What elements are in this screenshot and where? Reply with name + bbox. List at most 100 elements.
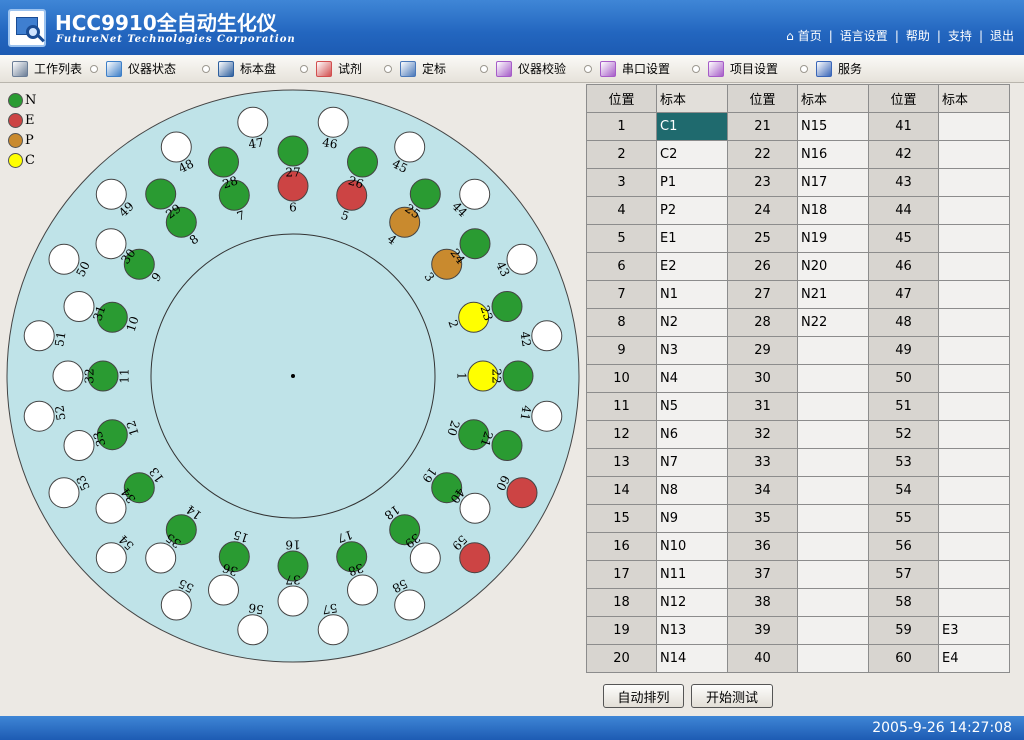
sample-cell[interactable] (938, 588, 1010, 617)
tray-position-33[interactable] (63, 430, 95, 461)
sample-cell[interactable]: N8 (656, 476, 728, 505)
toolbar-item-label: 项目设置 (730, 62, 779, 76)
sample-cell[interactable] (938, 336, 1010, 365)
sample-cell[interactable] (938, 140, 1010, 169)
sample-cell[interactable]: N9 (656, 504, 728, 533)
sample-cell[interactable] (797, 336, 869, 365)
nav-language-link[interactable]: 语言设置 (840, 27, 888, 44)
sample-cell[interactable]: E2 (656, 252, 728, 281)
sample-cell[interactable]: C1 (656, 112, 728, 141)
toolbar-item-calibration[interactable]: 定标 (394, 56, 478, 82)
sample-cell[interactable]: N17 (797, 168, 869, 197)
table-row: 15 N9 35 55 (586, 504, 1010, 533)
sample-cell[interactable]: N13 (656, 616, 728, 645)
tray-position-23[interactable] (491, 291, 523, 322)
sample-cell[interactable] (938, 532, 1010, 561)
sample-cell[interactable]: N22 (797, 308, 869, 337)
sample-cell[interactable] (938, 560, 1010, 589)
sample-cell[interactable] (938, 420, 1010, 449)
toolbar-item-instrument-status[interactable]: 仪器状态 (100, 56, 200, 82)
tray-position-26[interactable] (347, 146, 378, 178)
toolbar-item-project-settings[interactable]: 项目设置 (702, 56, 798, 82)
sample-cell[interactable] (797, 560, 869, 589)
nav-support-link[interactable]: 支持 (948, 27, 972, 44)
tray-position-32[interactable] (52, 360, 84, 392)
sample-cell[interactable] (797, 364, 869, 393)
tray-position-42[interactable] (531, 320, 563, 352)
sample-cell[interactable]: E4 (938, 644, 1010, 673)
sample-cell[interactable]: N11 (656, 560, 728, 589)
tray-position-47[interactable] (237, 106, 269, 138)
sample-cell[interactable]: P2 (656, 196, 728, 225)
toolbar-item-worklist[interactable]: 工作列表 (6, 56, 88, 82)
sample-cell[interactable]: N20 (797, 252, 869, 281)
sample-cell[interactable] (797, 644, 869, 673)
tray-position-57[interactable] (317, 614, 349, 646)
tray-position-51[interactable] (23, 320, 55, 352)
sample-cell[interactable]: N5 (656, 392, 728, 421)
sample-cell[interactable]: N15 (797, 112, 869, 141)
sample-cell[interactable] (797, 448, 869, 477)
tray-position-38[interactable] (347, 574, 378, 606)
tray-position-52[interactable] (23, 400, 55, 432)
sample-cell[interactable]: N14 (656, 644, 728, 673)
sample-cell[interactable] (938, 112, 1010, 141)
tray-position-27[interactable] (277, 135, 309, 167)
sample-cell[interactable]: E1 (656, 224, 728, 253)
sample-cell[interactable]: C2 (656, 140, 728, 169)
toolbar-item-service[interactable]: 服务 (810, 56, 880, 82)
nav-home-link[interactable]: 首页 (798, 27, 822, 44)
tray-position-56[interactable] (237, 614, 269, 646)
sample-cell[interactable]: E3 (938, 616, 1010, 645)
table-row: 6 E2 26 N20 46 (586, 252, 1010, 281)
sample-cell[interactable]: N16 (797, 140, 869, 169)
sample-cell[interactable]: N2 (656, 308, 728, 337)
tray-position-31[interactable] (63, 291, 95, 322)
sample-cell[interactable]: N3 (656, 336, 728, 365)
sample-cell[interactable]: N10 (656, 532, 728, 561)
tray-position-21[interactable] (491, 430, 523, 461)
tray-position-41[interactable] (531, 400, 563, 432)
sample-cell[interactable]: N6 (656, 420, 728, 449)
tray-position-37[interactable] (277, 585, 309, 617)
sample-cell[interactable] (938, 448, 1010, 477)
sample-cell[interactable] (797, 420, 869, 449)
sample-cell[interactable] (938, 280, 1010, 309)
sample-cell[interactable] (938, 252, 1010, 281)
sample-cell[interactable] (797, 616, 869, 645)
sample-cell[interactable]: P1 (656, 168, 728, 197)
sample-cell[interactable]: N18 (797, 196, 869, 225)
toolbar-item-serial-port[interactable]: 串口设置 (594, 56, 690, 82)
sample-cell[interactable] (938, 308, 1010, 337)
sample-cell[interactable]: N1 (656, 280, 728, 309)
nav-exit-link[interactable]: 退出 (990, 27, 1014, 44)
sample-cell[interactable]: N12 (656, 588, 728, 617)
sample-cell[interactable] (797, 588, 869, 617)
sample-cell[interactable] (797, 532, 869, 561)
sample-cell[interactable] (938, 476, 1010, 505)
tray-position-28[interactable] (208, 146, 239, 178)
sample-cell[interactable] (938, 224, 1010, 253)
sample-cell[interactable]: N7 (656, 448, 728, 477)
sample-cell[interactable] (938, 392, 1010, 421)
nav-help-link[interactable]: 帮助 (906, 27, 930, 44)
sample-cell[interactable] (938, 364, 1010, 393)
tray-position-36[interactable] (208, 574, 239, 606)
sample-cell[interactable] (797, 504, 869, 533)
tray-position-22[interactable] (502, 360, 534, 392)
start-test-button[interactable]: 开始测试 (691, 684, 773, 708)
sample-cell[interactable]: N4 (656, 364, 728, 393)
sample-cell[interactable] (938, 168, 1010, 197)
toolbar-item-sample-tray[interactable]: 标本盘 (212, 56, 298, 82)
sample-cell[interactable]: N21 (797, 280, 869, 309)
sample-cell[interactable] (938, 196, 1010, 225)
sample-cell[interactable] (938, 504, 1010, 533)
sample-cell[interactable] (797, 476, 869, 505)
sample-cell[interactable]: N19 (797, 224, 869, 253)
tray-position-46[interactable] (317, 106, 349, 138)
toolbar-item-reagent[interactable]: 试剂 (310, 56, 382, 82)
auto-arrange-button[interactable]: 自动排列 (603, 684, 684, 708)
sample-cell[interactable] (797, 392, 869, 421)
home-icon[interactable]: ⌂ (786, 29, 794, 43)
toolbar-item-instrument-verify[interactable]: 仪器校验 (490, 56, 582, 82)
